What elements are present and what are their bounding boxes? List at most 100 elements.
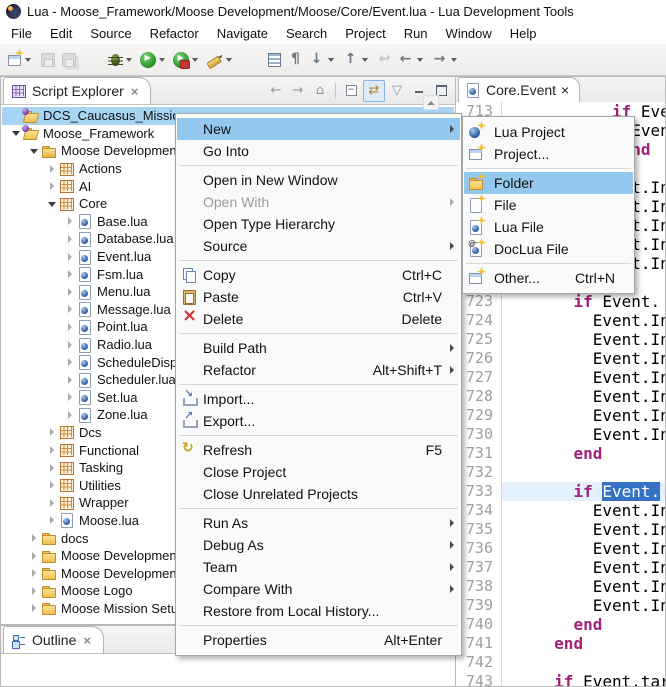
dropdown-arrow-icon[interactable] — [226, 58, 232, 62]
dropdown-arrow-icon[interactable] — [451, 58, 457, 62]
expand-closed-icon[interactable] — [64, 268, 76, 280]
nav-back-button[interactable]: ← — [266, 81, 286, 101]
forward-button[interactable]: → — [429, 48, 463, 72]
code-line-740[interactable]: 740 end — [456, 615, 665, 634]
tab-outline[interactable]: Outline × — [3, 626, 104, 653]
expand-closed-icon[interactable] — [64, 233, 76, 245]
debug-button[interactable] — [105, 48, 138, 72]
tab-core-event[interactable]: Core.Event × — [458, 77, 580, 102]
code-line-741[interactable]: 741 end — [456, 634, 665, 653]
code-line-736[interactable]: 736 Event.Ini — [456, 539, 665, 558]
context-menu-item-run-as[interactable]: Run As — [177, 512, 460, 534]
run-last-button[interactable] — [171, 48, 204, 72]
expand-closed-icon[interactable] — [64, 251, 76, 263]
new-submenu-item-lua-project[interactable]: Lua Project — [464, 121, 633, 143]
line-number[interactable]: 738 — [456, 577, 502, 596]
new-submenu-item-folder[interactable]: Folder — [464, 172, 633, 194]
menubar-item-search[interactable]: Search — [277, 23, 336, 44]
menubar-item-edit[interactable]: Edit — [41, 23, 81, 44]
context-menu-item-open-type-hierarchy[interactable]: Open Type Hierarchy — [177, 213, 460, 235]
marker-pen-button[interactable] — [204, 48, 238, 72]
show-blocks-button[interactable] — [264, 48, 285, 72]
run-button[interactable] — [138, 48, 171, 72]
new-submenu-item-project[interactable]: Project... — [464, 143, 633, 165]
new-submenu-item-lua-file[interactable]: Lua File — [464, 216, 633, 238]
code-line-730[interactable]: 730 Event.Ini — [456, 425, 665, 444]
code-line-726[interactable]: 726 Event.Ini — [456, 349, 665, 368]
dropdown-arrow-icon[interactable] — [25, 58, 31, 62]
context-menu-item-close-unrelated-projects[interactable]: Close Unrelated Projects — [177, 483, 460, 505]
expand-closed-icon[interactable] — [46, 514, 58, 526]
context-menu-item-close-project[interactable]: Close Project — [177, 461, 460, 483]
line-number[interactable]: 727 — [456, 368, 502, 387]
close-icon[interactable]: × — [131, 84, 139, 99]
collapse-all-button[interactable] — [341, 81, 361, 101]
code-line-733[interactable]: 733 if Event. — [456, 482, 665, 501]
line-number[interactable]: 740 — [456, 615, 502, 634]
expand-closed-icon[interactable] — [28, 585, 40, 597]
code-line-727[interactable]: 727 Event.Ini — [456, 368, 665, 387]
menubar-item-project[interactable]: Project — [336, 23, 394, 44]
code-line-729[interactable]: 729 Event.Ini — [456, 406, 665, 425]
new-submenu-item-file[interactable]: File — [464, 194, 633, 216]
menubar-item-help[interactable]: Help — [501, 23, 546, 44]
code-line-742[interactable]: 742 — [456, 653, 665, 672]
new-submenu-item-doclua-file[interactable]: @DocLua File — [464, 238, 633, 260]
context-menu-item-go-into[interactable]: Go Into — [177, 140, 460, 162]
line-number[interactable]: 742 — [456, 653, 502, 672]
new-wizard-button[interactable] — [4, 48, 37, 72]
expand-closed-icon[interactable] — [46, 426, 58, 438]
line-number[interactable]: 731 — [456, 444, 502, 463]
context-menu-item-compare-with[interactable]: Compare With — [177, 578, 460, 600]
back-button[interactable]: ← — [395, 48, 429, 72]
menubar-item-refactor[interactable]: Refactor — [141, 23, 208, 44]
view-menu-button[interactable]: ▽ — [387, 81, 407, 101]
code-line-725[interactable]: 725 Event.Ini — [456, 330, 665, 349]
expand-closed-icon[interactable] — [64, 356, 76, 368]
menubar-item-navigate[interactable]: Navigate — [208, 23, 277, 44]
line-number[interactable]: 734 — [456, 501, 502, 520]
expand-open-icon[interactable] — [10, 127, 22, 139]
dropdown-arrow-icon[interactable] — [192, 58, 198, 62]
dropdown-arrow-icon[interactable] — [159, 58, 165, 62]
line-number[interactable]: 739 — [456, 596, 502, 615]
expand-closed-icon[interactable] — [46, 444, 58, 456]
dropdown-arrow-icon[interactable] — [328, 58, 334, 62]
code-line-724[interactable]: 724 Event.Ini — [456, 311, 665, 330]
link-with-editor-button[interactable]: ⇄ — [363, 80, 385, 102]
expand-closed-icon[interactable] — [64, 321, 76, 333]
prev-annotation-button[interactable]: ↑ — [340, 48, 374, 72]
line-number[interactable]: 733 — [456, 482, 502, 501]
expand-open-icon[interactable] — [28, 145, 40, 157]
go-up-button[interactable]: ⌂ — [310, 81, 330, 101]
expand-closed-icon[interactable] — [28, 567, 40, 579]
line-number[interactable]: 730 — [456, 425, 502, 444]
expand-closed-icon[interactable] — [64, 374, 76, 386]
line-number[interactable]: 724 — [456, 311, 502, 330]
expand-closed-icon[interactable] — [64, 409, 76, 421]
line-number[interactable]: 723 — [456, 292, 502, 311]
line-number[interactable]: 736 — [456, 539, 502, 558]
menubar-item-window[interactable]: Window — [437, 23, 501, 44]
line-number[interactable]: 741 — [456, 634, 502, 653]
code-line-732[interactable]: 732 — [456, 463, 665, 482]
expand-closed-icon[interactable] — [46, 180, 58, 192]
expand-closed-icon[interactable] — [64, 286, 76, 298]
context-menu-item-copy[interactable]: CopyCtrl+C — [177, 264, 460, 286]
context-menu-item-paste[interactable]: PasteCtrl+V — [177, 286, 460, 308]
code-line-737[interactable]: 737 Event.Ini — [456, 558, 665, 577]
dropdown-arrow-icon[interactable] — [126, 58, 132, 62]
expand-open-icon[interactable] — [46, 198, 58, 210]
tab-script-explorer[interactable]: Script Explorer × — [3, 77, 151, 104]
context-menu-item-export[interactable]: Export... — [177, 410, 460, 432]
expand-closed-icon[interactable] — [64, 339, 76, 351]
context-menu-item-debug-as[interactable]: Debug As — [177, 534, 460, 556]
line-number[interactable]: 728 — [456, 387, 502, 406]
dropdown-arrow-icon[interactable] — [362, 58, 368, 62]
context-menu-item-properties[interactable]: PropertiesAlt+Enter — [177, 629, 460, 651]
menubar-item-source[interactable]: Source — [81, 23, 140, 44]
line-number[interactable]: 743 — [456, 672, 502, 686]
menubar-item-run[interactable]: Run — [395, 23, 437, 44]
expand-closed-icon[interactable] — [28, 532, 40, 544]
context-menu-item-refactor[interactable]: RefactorAlt+Shift+T — [177, 359, 460, 381]
